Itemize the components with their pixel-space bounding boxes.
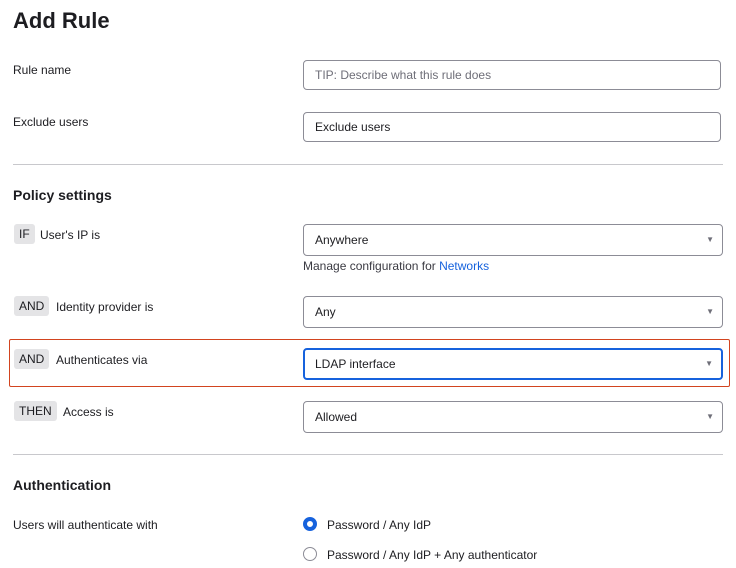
password-any-authenticator-radio[interactable]	[303, 547, 317, 561]
idp-condition-label: Identity provider is	[56, 300, 154, 314]
authenticates-via-value: LDAP interface	[315, 357, 396, 371]
identity-provider-value: Any	[315, 305, 336, 319]
identity-provider-select[interactable]: Any ▼	[303, 296, 723, 328]
helper-text: Manage configuration for	[303, 259, 436, 273]
chevron-down-icon: ▼	[706, 235, 714, 244]
exclude-users-input[interactable]	[303, 112, 721, 142]
networks-link[interactable]: Networks	[439, 259, 489, 273]
rule-name-input[interactable]	[303, 60, 721, 90]
chevron-down-icon: ▼	[705, 359, 713, 368]
access-condition-label: Access is	[63, 405, 114, 419]
exclude-users-label: Exclude users	[13, 115, 89, 129]
page-title: Add Rule	[13, 8, 110, 33]
and-operator-tag: AND	[14, 296, 50, 316]
divider	[13, 454, 723, 455]
access-select[interactable]: Allowed ▼	[303, 401, 723, 433]
authenticates-via-select[interactable]: LDAP interface ▼	[303, 348, 723, 380]
rule-name-label: Rule name	[13, 63, 72, 77]
network-select[interactable]: Anywhere ▼	[303, 224, 723, 256]
chevron-down-icon: ▼	[706, 412, 714, 421]
authenticate-with-label: Users will authenticate with	[13, 518, 158, 532]
policy-settings-heading: Policy settings	[13, 187, 112, 203]
and-operator-tag: AND	[14, 349, 50, 369]
password-any-idp-label[interactable]: Password / Any IdP	[327, 518, 431, 532]
network-select-value: Anywhere	[315, 233, 369, 247]
chevron-down-icon: ▼	[706, 307, 714, 316]
password-any-idp-radio[interactable]	[303, 517, 317, 531]
authentication-heading: Authentication	[13, 477, 111, 493]
network-helper-text: Manage configuration for Networks	[303, 259, 489, 273]
if-operator-tag: IF	[14, 224, 35, 244]
auth-via-condition-label: Authenticates via	[56, 353, 148, 367]
access-value: Allowed	[315, 410, 358, 424]
divider	[13, 164, 723, 165]
then-operator-tag: THEN	[14, 401, 57, 421]
ip-condition-label: User's IP is	[40, 228, 101, 242]
password-any-authenticator-label[interactable]: Password / Any IdP + Any authenticator	[327, 548, 537, 562]
